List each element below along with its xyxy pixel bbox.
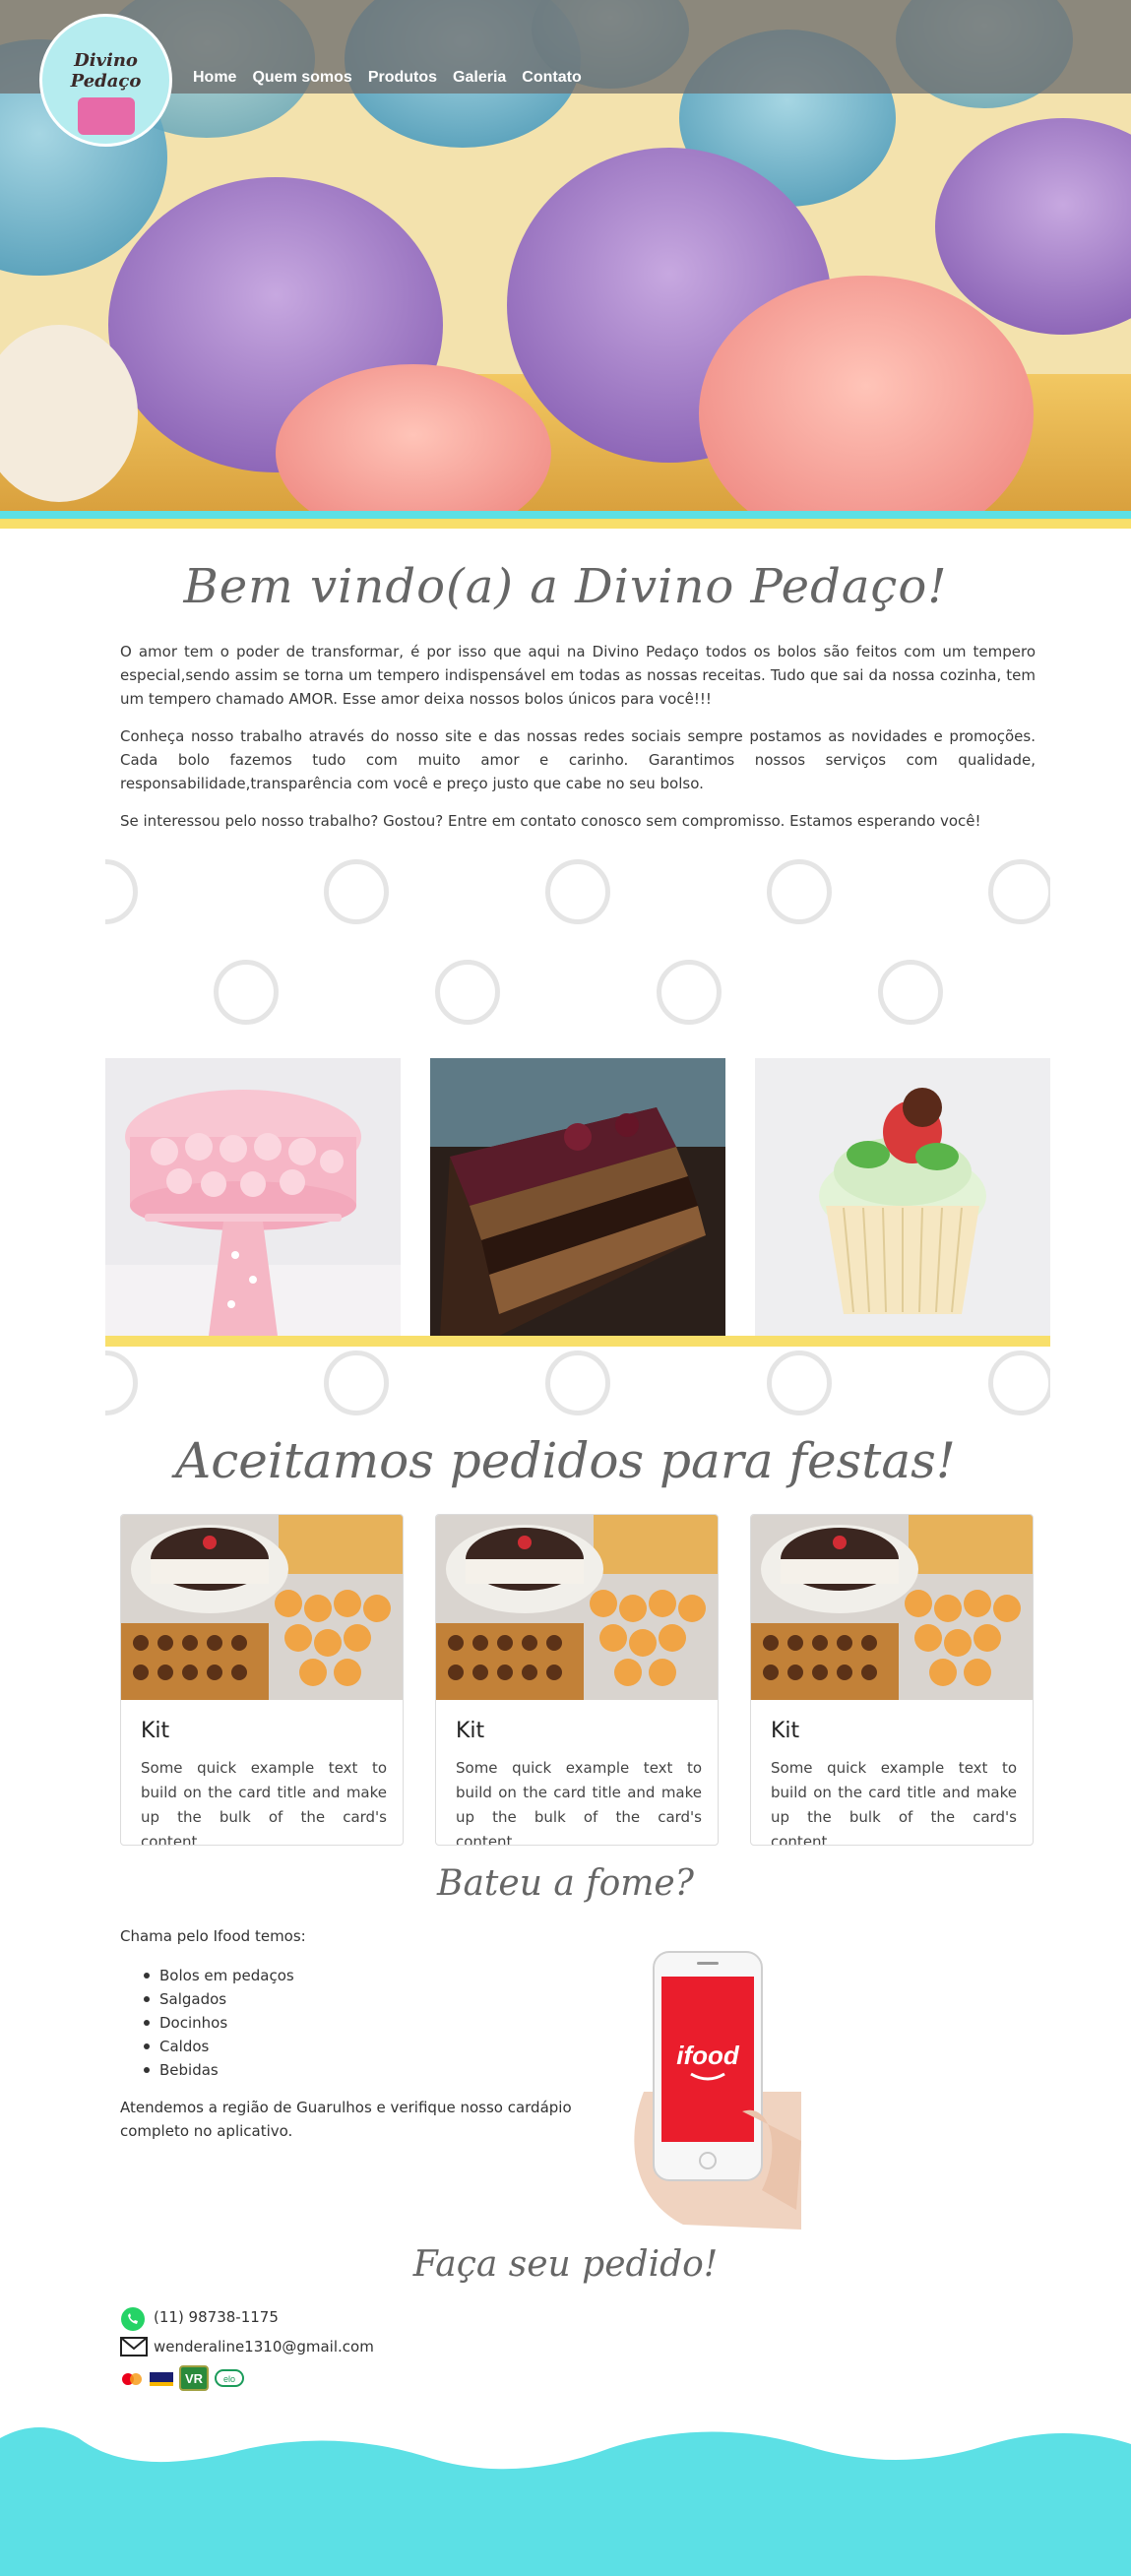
vr-label: VR (185, 2371, 204, 2386)
vr-icon: VR (179, 2365, 209, 2395)
ifood-phone-image: ifood (624, 1944, 801, 2230)
kit-card[interactable]: Kit Some quick example text to build on … (435, 1514, 719, 1846)
ifood-intro: Chama pelo Ifood temos: (120, 1927, 306, 1945)
intro-paragraph: Conheça nosso trabalho através do nosso … (120, 727, 1036, 792)
email-contact[interactable]: wenderaline1310@gmail.com (120, 2336, 374, 2357)
order-title: Faça seu pedido! (412, 2244, 719, 2285)
circle-pattern (105, 856, 1050, 1058)
mastercard-icon (120, 2371, 144, 2390)
gallery-photo-pink-cake (105, 1058, 401, 1336)
visa-icon (150, 2371, 173, 2390)
party-title: Aceitamos pedidos para festas! (175, 1432, 956, 1489)
nav-quem-somos[interactable]: Quem somos (252, 69, 351, 87)
kit-card-title: Kit (456, 1719, 485, 1743)
footer-wave (0, 2417, 1131, 2576)
envelope-icon (120, 2336, 148, 2357)
nav-produtos[interactable]: Produtos (368, 69, 437, 87)
logo-badge (77, 97, 135, 135)
list-item: Salgados (144, 1987, 294, 2011)
nav-galeria[interactable]: Galeria (453, 69, 506, 87)
welcome-title: Bem vindo(a) a Divino Pedaço! (183, 559, 948, 614)
ifood-menu-list: Bolos em pedaços Salgados Docinhos Caldo… (144, 1964, 294, 2082)
list-item: Caldos (144, 2035, 294, 2058)
list-item: Docinhos (144, 2011, 294, 2035)
kit-card-image (121, 1515, 403, 1700)
intro-paragraph: Se interessou pelo nosso trabalho? Gosto… (120, 812, 981, 830)
divider-stripe-blue (0, 511, 1131, 519)
kit-card-image (751, 1515, 1033, 1700)
phone-number: (11) 98738-1175 (154, 2308, 279, 2326)
whatsapp-icon (120, 2306, 146, 2331)
divider-stripe-yellow (0, 519, 1131, 529)
main-nav: Home Quem somos Produtos Galeria Contato (193, 69, 597, 87)
gallery-photo-cupcake (755, 1058, 1050, 1336)
logo[interactable]: Divino Pedaço (39, 14, 172, 147)
kit-card[interactable]: Kit Some quick example text to build on … (750, 1514, 1034, 1846)
hero-banner: Divino Pedaço Home Quem somos Produtos G… (0, 0, 1131, 512)
intro-text: O amor tem o poder de transformar, é por… (120, 640, 1036, 847)
list-item: Bebidas (144, 2058, 294, 2082)
circle-pattern (105, 1347, 1050, 1417)
payment-methods: VR elo (120, 2365, 244, 2395)
kit-card[interactable]: Kit Some quick example text to build on … (120, 1514, 404, 1846)
elo-icon: elo (215, 2369, 244, 2391)
email-address: wenderaline1310@gmail.com (154, 2338, 374, 2356)
elo-label: elo (223, 2374, 235, 2384)
kit-card-image (436, 1515, 718, 1700)
kit-card-text: Some quick example text to build on the … (141, 1759, 387, 1846)
nav-home[interactable]: Home (193, 69, 236, 87)
kit-card-title: Kit (141, 1719, 170, 1743)
list-item: Bolos em pedaços (144, 1964, 294, 1987)
gallery-photo-chocolate-cake (430, 1058, 725, 1336)
kit-card-text: Some quick example text to build on the … (771, 1759, 1017, 1846)
nav-contato[interactable]: Contato (522, 69, 581, 87)
phone-contact[interactable]: (11) 98738-1175 (120, 2306, 279, 2331)
kit-card-title: Kit (771, 1719, 800, 1743)
hungry-title: Bateu a fome? (437, 1863, 694, 1904)
logo-text: Divino Pedaço (70, 50, 142, 92)
kit-card-text: Some quick example text to build on the … (456, 1759, 702, 1846)
ifood-logo-text: ifood (676, 2041, 740, 2070)
ifood-note: Atendemos a região de Guarulhos e verifi… (120, 2099, 572, 2140)
gallery-divider (105, 1336, 1050, 1347)
intro-paragraph: O amor tem o poder de transformar, é por… (120, 643, 1036, 708)
